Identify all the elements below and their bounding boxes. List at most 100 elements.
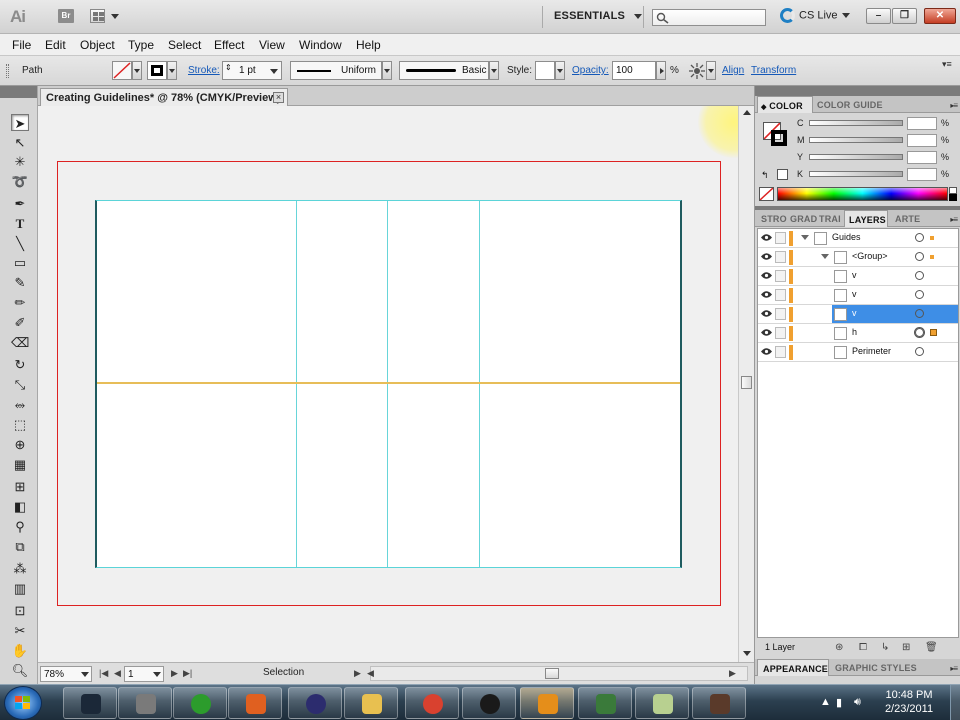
color-spectrum-bar[interactable] (777, 187, 948, 201)
tab-appearance[interactable]: APPEARANCE (757, 659, 829, 676)
volume-icon[interactable]: 🔊︎ (854, 696, 861, 709)
panel-grip[interactable] (6, 64, 9, 78)
workspace-switcher[interactable]: ESSENTIALS (554, 10, 643, 22)
opacity-panel-link[interactable]: Opacity: (572, 65, 609, 76)
line-tool-icon[interactable]: ╲ (11, 235, 29, 252)
vertical-guide[interactable] (387, 201, 388, 567)
hand-tool-icon[interactable]: ✋ (11, 642, 29, 659)
black-slider[interactable] (809, 171, 903, 177)
lock-toggle[interactable] (775, 327, 786, 339)
stroke-dropdown[interactable] (167, 61, 177, 80)
target-circle-icon[interactable] (915, 252, 924, 261)
taskbar-app-utorrent[interactable] (173, 687, 227, 719)
mesh-tool-icon[interactable]: ⊞ (11, 478, 29, 495)
pen-tool-icon[interactable]: ✒ (11, 195, 29, 212)
lock-toggle[interactable] (775, 232, 786, 244)
opacity-field[interactable]: 100 (612, 61, 656, 80)
vertical-guide[interactable] (479, 201, 480, 567)
black-value-field[interactable] (907, 168, 937, 181)
yellow-value-field[interactable] (907, 151, 937, 164)
lock-toggle[interactable] (775, 308, 786, 320)
fill-swatch[interactable] (112, 61, 132, 80)
paintbrush-tool-icon[interactable]: ✎ (11, 274, 29, 291)
black-swatch[interactable] (949, 194, 957, 201)
selection-indicator[interactable] (930, 236, 934, 240)
scroll-right-icon[interactable]: ▶ (729, 668, 736, 679)
create-sublayer-icon[interactable]: ↳ (881, 642, 889, 653)
lock-toggle[interactable] (775, 346, 786, 358)
expand-triangle-icon[interactable] (801, 235, 809, 240)
next-artboard-icon[interactable]: ▶ (171, 668, 178, 679)
layer-row[interactable]: v (758, 305, 958, 324)
selection-tool-icon[interactable]: ➤ (11, 114, 29, 131)
menu-view[interactable]: View (259, 38, 285, 52)
visibility-eye-icon[interactable] (761, 233, 772, 242)
menu-type[interactable]: Type (128, 38, 154, 52)
yellow-slider[interactable] (809, 154, 903, 160)
scroll-thumb[interactable] (545, 668, 559, 679)
cyan-value-field[interactable] (907, 117, 937, 130)
restore-button[interactable]: ❐ (892, 8, 917, 24)
cs-live-menu[interactable]: CS Live (780, 8, 850, 23)
lasso-tool-icon[interactable]: ➰ (11, 173, 29, 190)
stroke-indicator[interactable] (771, 130, 787, 146)
swap-colors-icon[interactable]: ↰ (761, 170, 769, 181)
symbol-sprayer-tool-icon[interactable]: ⁂ (11, 560, 29, 577)
perspective-grid-tool-icon[interactable]: ▦ (11, 456, 29, 473)
lock-toggle[interactable] (775, 270, 786, 282)
slice-tool-icon[interactable]: ✂ (11, 622, 29, 639)
layer-row[interactable]: <Group> (758, 248, 958, 267)
menu-effect[interactable]: Effect (214, 38, 244, 52)
lock-toggle[interactable] (775, 251, 786, 263)
taskbar-app-illustrator[interactable] (520, 687, 574, 719)
vertical-scrollbar[interactable] (738, 106, 754, 662)
taskbar-app-hp[interactable] (462, 687, 516, 719)
zoom-tool-icon[interactable]: 🔍︎ (11, 662, 29, 679)
profile-dropdown[interactable] (382, 61, 392, 80)
arrange-documents-button[interactable] (90, 9, 120, 24)
menu-edit[interactable]: Edit (45, 38, 66, 52)
layer-row[interactable]: v (758, 286, 958, 305)
clock[interactable]: 10:48 PM 2/23/2011 (874, 688, 944, 716)
stroke-panel-link[interactable]: Stroke: (188, 65, 220, 76)
tools-panel-header[interactable] (0, 86, 37, 98)
tab-gradient[interactable]: GRAD (790, 210, 817, 227)
selection-indicator[interactable] (930, 329, 937, 336)
horizontal-guide[interactable] (97, 382, 680, 384)
create-new-layer-icon[interactable]: ⊞ (902, 642, 910, 653)
magic-wand-tool-icon[interactable]: ✳ (11, 153, 29, 170)
direct-selection-tool-icon[interactable]: ↖ (11, 134, 29, 151)
stroke-swatch[interactable] (147, 61, 167, 80)
blob-brush-tool-icon[interactable]: ✐ (11, 314, 29, 331)
zoom-field[interactable]: 78% (40, 666, 92, 682)
shape-builder-tool-icon[interactable]: ⊕ (11, 436, 29, 453)
visibility-eye-icon[interactable] (761, 290, 772, 299)
taskbar-app-media[interactable] (228, 687, 282, 719)
stroke-weight-field[interactable]: ⇕ 1 pt (222, 61, 282, 80)
menu-object[interactable]: Object (80, 38, 115, 52)
previous-artboard-icon[interactable]: ◀ (114, 668, 121, 679)
target-circle-icon[interactable] (915, 328, 924, 337)
help-search-input[interactable] (652, 9, 766, 26)
rotate-tool-icon[interactable]: ↻ (11, 356, 29, 373)
target-circle-icon[interactable] (915, 233, 924, 242)
menu-help[interactable]: Help (356, 38, 381, 52)
last-artboard-icon[interactable]: ▶| (183, 668, 192, 679)
magenta-value-field[interactable] (907, 134, 937, 147)
tab-artboards[interactable]: ARTE (895, 210, 920, 227)
pencil-tool-icon[interactable]: ✏ (11, 294, 29, 311)
layer-name-cell[interactable]: v (832, 286, 958, 304)
minimize-button[interactable]: – (866, 8, 891, 24)
layer-row[interactable]: Guides (758, 229, 958, 248)
cyan-slider[interactable] (809, 120, 903, 126)
visibility-eye-icon[interactable] (761, 252, 772, 261)
scroll-thumb[interactable] (741, 376, 752, 389)
type-tool-icon[interactable]: T (11, 215, 29, 232)
make-clipping-mask-icon[interactable]: ⧠ (859, 642, 867, 653)
visibility-eye-icon[interactable] (761, 328, 772, 337)
target-circle-icon[interactable] (915, 271, 924, 280)
artboard-tool-icon[interactable]: ⊡ (11, 602, 29, 619)
tab-stroke[interactable]: STRO (761, 210, 787, 227)
brush-definition[interactable]: Basic (399, 61, 489, 80)
taskbar-app-explorer[interactable] (344, 687, 398, 719)
